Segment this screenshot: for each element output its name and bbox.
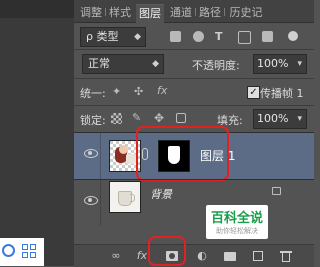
layer-name[interactable]: 背景 xyxy=(150,186,172,202)
visibility-eye-icon[interactable] xyxy=(84,196,98,205)
layer-thumbnail xyxy=(109,181,141,213)
tab-adjustments[interactable]: 调整 xyxy=(78,4,104,22)
fill-input[interactable]: 100% ▾ xyxy=(253,109,307,129)
dropdown-caret-icon: ◆ xyxy=(152,59,159,69)
lock-transparent-icon[interactable] xyxy=(111,113,122,124)
unify-visibility-icon[interactable]: ✣ xyxy=(134,86,148,98)
visibility-eye-icon[interactable] xyxy=(84,149,98,158)
canvas-view-icon[interactable] xyxy=(0,238,44,266)
opacity-value: 100% xyxy=(257,57,289,70)
unify-style-icon[interactable]: fx xyxy=(157,84,173,98)
blend-mode-dropdown[interactable]: 正常 ◆ xyxy=(82,54,164,74)
lock-paint-icon[interactable]: ✎ xyxy=(132,112,144,124)
unify-position-icon[interactable]: ✦ xyxy=(112,86,124,98)
document-canvas[interactable] xyxy=(0,0,74,266)
filter-smart-object-icon[interactable] xyxy=(262,31,273,42)
link-layers-icon[interactable]: ∞ xyxy=(110,250,122,262)
search-icon xyxy=(2,244,15,257)
opacity-input[interactable]: 100% ▾ xyxy=(253,54,307,74)
lock-label: 锁定: xyxy=(80,114,106,127)
tab-layers[interactable]: 图层 xyxy=(136,4,164,23)
filter-toggle-icon[interactable] xyxy=(288,31,298,41)
tab-channels[interactable]: 通道 xyxy=(168,4,194,22)
highlight-box-add-mask xyxy=(148,236,186,266)
new-layer-icon[interactable] xyxy=(252,250,264,262)
delete-layer-icon[interactable] xyxy=(280,250,292,262)
chevron-down-icon: ▾ xyxy=(297,114,302,124)
lock-icon xyxy=(272,187,281,195)
watermark-subtitle: 助你轻松解决 xyxy=(216,227,258,235)
canvas-ruler xyxy=(0,0,74,18)
fill-value: 100% xyxy=(257,112,289,125)
watermark-logo: 百科全说 助你轻松解决 xyxy=(206,205,268,239)
propagate-label: 传播帧 1 xyxy=(260,87,304,100)
blend-mode-label: 正常 xyxy=(88,57,110,70)
highlight-box-layer-mask xyxy=(136,126,229,181)
filter-kind-dropdown[interactable]: ρ 类型 ◆ xyxy=(80,27,146,47)
filter-pixel-icon[interactable] xyxy=(170,31,181,42)
unify-label: 统一: xyxy=(80,87,106,100)
tab-styles[interactable]: 样式 xyxy=(107,4,133,22)
propagate-checkbox[interactable]: ✓ xyxy=(247,86,260,99)
add-style-icon[interactable]: fx xyxy=(136,250,148,262)
tab-history[interactable]: 历史记 xyxy=(226,4,266,22)
lock-all-icon[interactable] xyxy=(176,113,186,123)
filter-type-icon[interactable]: T xyxy=(215,31,226,42)
tab-paths[interactable]: 路径 xyxy=(197,4,223,22)
dropdown-caret-icon: ◆ xyxy=(134,32,141,42)
opacity-label: 不透明度: xyxy=(192,59,240,72)
panel-tab-bar: 调整 样式 图层 通道 路径 历史记 xyxy=(74,0,314,23)
new-group-icon[interactable] xyxy=(224,250,236,262)
filter-shape-icon[interactable] xyxy=(238,31,251,44)
lock-move-icon[interactable]: ✥ xyxy=(154,112,166,124)
watermark-title: 百科全说 xyxy=(210,211,263,226)
layer-row-background[interactable]: 背景 xyxy=(74,180,314,226)
filter-kind-label: ρ 类型 xyxy=(86,30,119,43)
layers-bottom-toolbar: ∞ fx ◐ xyxy=(74,244,314,267)
chevron-down-icon: ▾ xyxy=(297,59,302,69)
filter-adjustment-icon[interactable] xyxy=(193,31,204,42)
adjustment-layer-icon[interactable]: ◐ xyxy=(196,250,208,262)
grid-icon xyxy=(22,244,36,258)
